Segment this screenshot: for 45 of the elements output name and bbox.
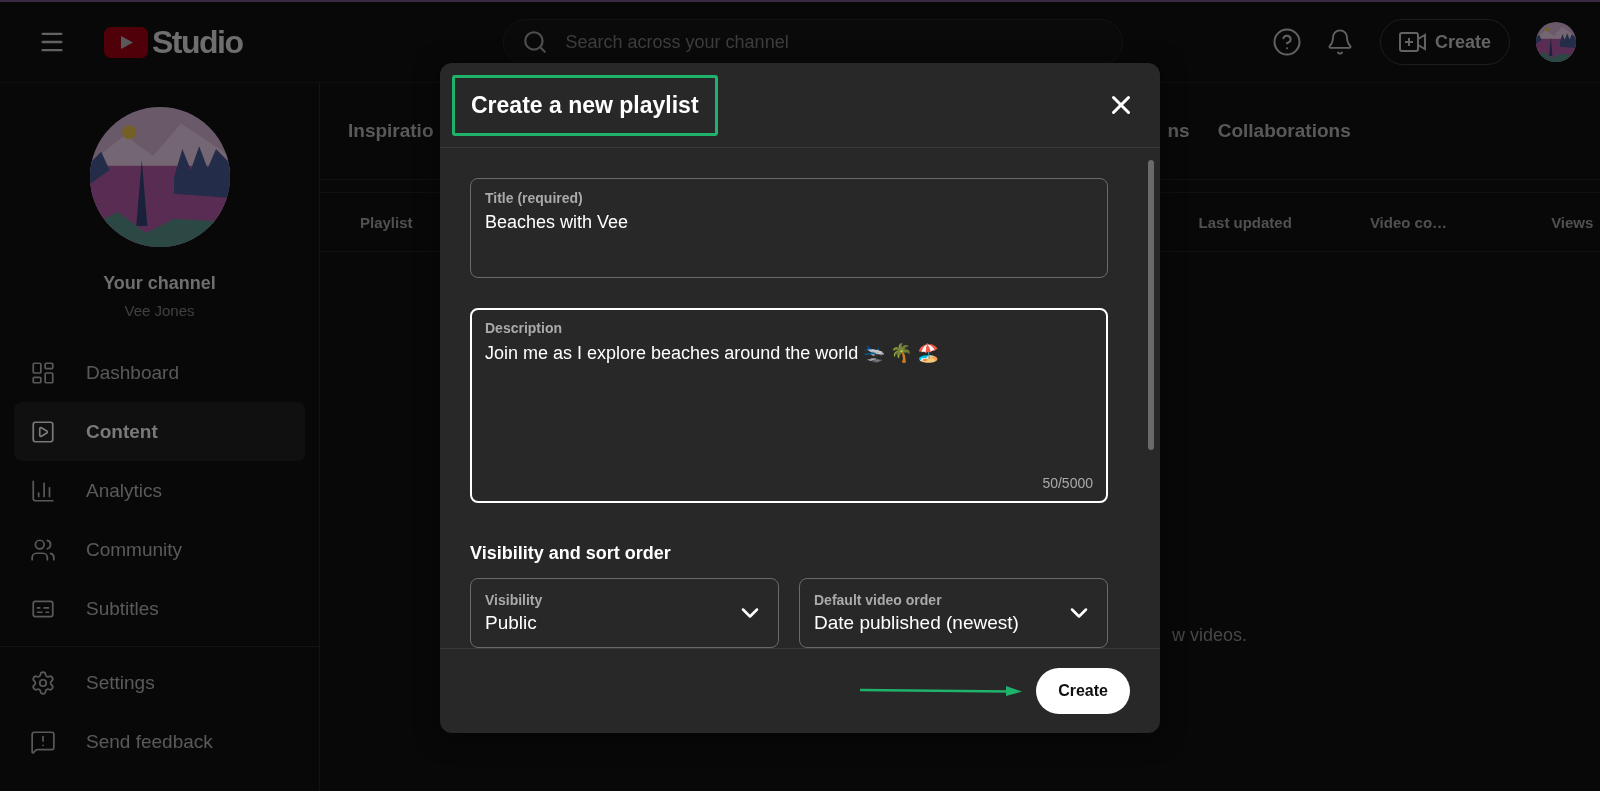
- tab[interactable]: Inspiratio: [348, 120, 434, 142]
- dropdown[interactable]: Default video order Date published (newest): [799, 578, 1108, 648]
- help-icon: [1271, 27, 1302, 57]
- dropdown[interactable]: Visibility Public: [470, 578, 779, 648]
- logo-text: Studio: [152, 23, 243, 61]
- scrollbar[interactable]: [1148, 160, 1154, 450]
- nav-item[interactable]: Send feedback: [14, 712, 305, 771]
- description-input[interactable]: Join me as I explore beaches around the world 🛬 🌴 🏖: [485, 341, 1093, 469]
- tab[interactable]: Collaborations: [1217, 120, 1351, 142]
- dialog-title: Create a new playlist: [452, 74, 718, 136]
- nav-item[interactable]: Dashboard: [14, 343, 305, 402]
- tab[interactable]: ns: [1167, 120, 1190, 142]
- settings-icon: [30, 669, 56, 696]
- create-button[interactable]: Create: [1036, 668, 1130, 714]
- channel-name: Vee Jones: [124, 302, 195, 319]
- column-header: Last updated: [1198, 213, 1292, 231]
- field-label: Title (required): [485, 190, 584, 206]
- character-counter: 50/5000: [1042, 475, 1093, 491]
- nav-item[interactable]: Analytics: [14, 461, 305, 520]
- search-icon: [521, 29, 548, 55]
- nav-item[interactable]: Community: [14, 520, 305, 579]
- nav-item[interactable]: Subtitles: [14, 579, 305, 638]
- field-label: Default video order: [814, 592, 943, 608]
- column-header: Playlist: [360, 213, 413, 231]
- feedback-icon: [30, 728, 56, 755]
- people-icon: [30, 536, 56, 563]
- chart-icon: [30, 477, 56, 504]
- empty-message: w videos.: [1172, 625, 1249, 646]
- dropdown-value: Date published (newest): [814, 612, 1019, 634]
- title-input[interactable]: Beaches with Vee: [485, 212, 1093, 233]
- logo-icon: [104, 26, 148, 58]
- field-label: Description: [485, 319, 563, 336]
- description-field[interactable]: Description Join me as I explore beaches around the world 🛬 🌴 🏖 50/5000: [470, 307, 1108, 503]
- column-header: Video co…: [1369, 213, 1448, 231]
- nav-item[interactable]: Content: [14, 402, 305, 461]
- dashboard-icon: [30, 359, 56, 386]
- column-header: Views: [1551, 213, 1594, 231]
- video-plus-icon: [1398, 31, 1427, 53]
- title-field[interactable]: Title (required) Beaches with Vee: [470, 178, 1108, 278]
- dropdown-value: Public: [485, 612, 538, 634]
- field-label: Visibility: [485, 592, 543, 608]
- nav-item[interactable]: Settings: [14, 653, 305, 712]
- section-heading: Visibility and sort order: [470, 543, 672, 564]
- channel-title: Your channel: [103, 273, 216, 294]
- play-icon: [30, 418, 56, 445]
